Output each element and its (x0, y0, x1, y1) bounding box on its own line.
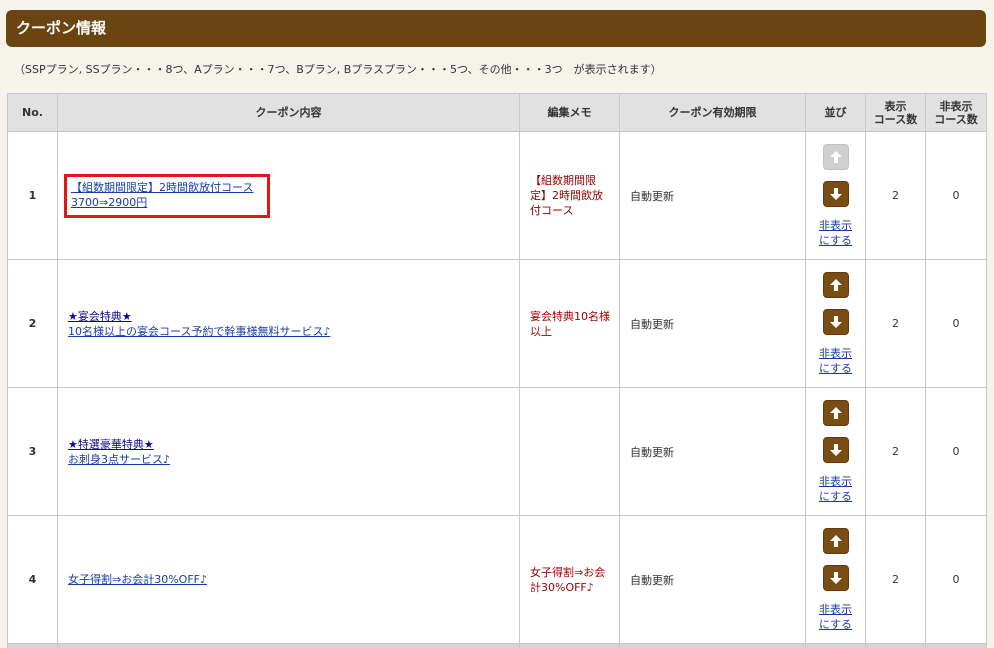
hide-link-line1: 非表示 (819, 346, 852, 360)
col-header-period: クーポン有効期限 (619, 93, 806, 132)
col-header-hidden-line1: 非表示 (939, 99, 973, 113)
arrow-up-icon (829, 406, 843, 420)
hide-link-line1: 非表示 (819, 602, 852, 616)
hidden-course-count: 0 (925, 259, 987, 388)
move-up-button[interactable] (822, 527, 849, 554)
edit-memo: 【組数期間限定】2時間飲放付コース (519, 131, 620, 260)
coupon-page: クーポン情報 （SSPプラン, SSプラン・・・8つ、Aプラン・・・7つ、Bプラ… (0, 0, 994, 648)
table-header-row: No. クーポン内容 編集メモ クーポン有効期限 並び 表示 コース数 非表示 … (7, 93, 987, 132)
hide-link[interactable]: 非表示 にする (818, 218, 854, 248)
hide-link-line2: にする (818, 489, 853, 503)
expiry-period: 自動更新 (619, 259, 806, 388)
coupon-content-cell: ★特選豪華特典★ お刺身3点サービス♪ (57, 387, 520, 516)
hidden-course-count: 0 (925, 387, 987, 516)
hide-link-line1: 非表示 (819, 218, 852, 232)
coupon-link-line[interactable]: お刺身3点サービス♪ (68, 452, 170, 467)
coupon-content-cell: ★宴会特典★ 10名様以上の宴会コース予約で幹事様無料サービス♪ (57, 259, 520, 388)
order-cell: 非表示 にする (805, 515, 866, 644)
coupon-link-line[interactable]: 女子得割⇒お会計30%OFF♪ (68, 572, 207, 587)
col-header-shown-count: 表示 コース数 (865, 93, 926, 132)
arrow-up-icon (829, 278, 843, 292)
col-header-memo: 編集メモ (519, 93, 620, 132)
coupon-link-line[interactable]: 10名様以上の宴会コース予約で幹事様無料サービス♪ (68, 324, 330, 339)
table-row-partial (7, 643, 987, 648)
coupon-link-line[interactable]: ★特選豪華特典★ (68, 437, 170, 452)
coupon-content-box[interactable]: ★特選豪華特典★ お刺身3点サービス♪ (68, 437, 170, 467)
table-row: 1 【組数期間限定】2時間飲放付コース 3700⇒2900円 【組数期間限定】2時… (7, 131, 987, 260)
move-down-button[interactable] (822, 436, 849, 463)
table-row: 4 女子得割⇒お会計30%OFF♪ 女子得割⇒お会計30%OFF♪ 自動更新 非… (7, 515, 987, 644)
col-header-no: No. (7, 93, 58, 132)
arrow-down-icon (829, 571, 843, 585)
order-cell: 非表示 にする (805, 131, 866, 260)
coupon-table: No. クーポン内容 編集メモ クーポン有効期限 並び 表示 コース数 非表示 … (7, 93, 987, 648)
hide-link-line2: にする (818, 233, 853, 247)
shown-course-count: 2 (865, 515, 926, 644)
order-cell: 非表示 にする (805, 387, 866, 516)
row-number: 2 (7, 259, 58, 388)
section-title: クーポン情報 (6, 10, 986, 47)
hide-link-line2: にする (818, 361, 853, 375)
shown-course-count: 2 (865, 387, 926, 516)
col-header-shown-line2: コース数 (873, 112, 918, 126)
hidden-course-count: 0 (925, 515, 987, 644)
coupon-content-box[interactable]: ★宴会特典★ 10名様以上の宴会コース予約で幹事様無料サービス♪ (68, 309, 330, 339)
arrow-down-icon (829, 315, 843, 329)
expiry-period: 自動更新 (619, 515, 806, 644)
highlighted-coupon-box[interactable]: 【組数期間限定】2時間飲放付コース 3700⇒2900円 (64, 173, 271, 218)
table-row: 3 ★特選豪華特典★ お刺身3点サービス♪ 自動更新 非表示 にする 2 0 (7, 387, 987, 516)
col-header-shown-line1: 表示 (884, 99, 907, 113)
arrow-down-icon (829, 187, 843, 201)
col-header-order: 並び (805, 93, 866, 132)
edit-memo: 宴会特典10名様以上 (519, 259, 620, 388)
order-cell: 非表示 にする (805, 259, 866, 388)
col-header-content: クーポン内容 (57, 93, 520, 132)
edit-memo: 女子得割⇒お会計30%OFF♪ (519, 515, 620, 644)
expiry-period: 自動更新 (619, 387, 806, 516)
shown-course-count: 2 (865, 259, 926, 388)
hide-link[interactable]: 非表示 にする (818, 346, 854, 376)
coupon-content-cell: 女子得割⇒お会計30%OFF♪ (57, 515, 520, 644)
arrow-up-icon (829, 150, 843, 164)
hide-link[interactable]: 非表示 にする (818, 602, 854, 632)
move-down-button[interactable] (822, 180, 849, 207)
table-row: 2 ★宴会特典★ 10名様以上の宴会コース予約で幹事様無料サービス♪ 宴会特典10… (7, 259, 987, 388)
expiry-period: 自動更新 (619, 131, 806, 260)
coupon-link-line[interactable]: 【組数期間限定】2時間飲放付コース (71, 180, 253, 195)
row-number: 1 (7, 131, 58, 260)
shown-course-count: 2 (865, 131, 926, 260)
row-number: 4 (7, 515, 58, 644)
move-up-button[interactable] (822, 271, 849, 298)
coupon-link-line[interactable]: 3700⇒2900円 (71, 195, 253, 210)
hide-link[interactable]: 非表示 にする (818, 474, 854, 504)
move-up-button[interactable] (822, 399, 849, 426)
plan-note: （SSPプラン, SSプラン・・・8つ、Aプラン・・・7つ、Bプラン, Bプラス… (14, 63, 662, 76)
coupon-content-cell: 【組数期間限定】2時間飲放付コース 3700⇒2900円 (57, 131, 520, 260)
arrow-up-icon (829, 534, 843, 548)
hide-link-line1: 非表示 (819, 474, 852, 488)
col-header-hidden-count: 非表示 コース数 (925, 93, 987, 132)
hidden-course-count: 0 (925, 131, 987, 260)
move-down-button[interactable] (822, 308, 849, 335)
coupon-link-line[interactable]: ★宴会特典★ (68, 309, 330, 324)
col-header-hidden-line2: コース数 (934, 112, 978, 126)
edit-memo (519, 387, 620, 516)
row-number: 3 (7, 387, 58, 516)
move-down-button[interactable] (822, 564, 849, 591)
arrow-down-icon (829, 443, 843, 457)
hide-link-line2: にする (818, 617, 853, 631)
move-up-button (822, 143, 849, 170)
coupon-content-box[interactable]: 女子得割⇒お会計30%OFF♪ (68, 572, 207, 587)
